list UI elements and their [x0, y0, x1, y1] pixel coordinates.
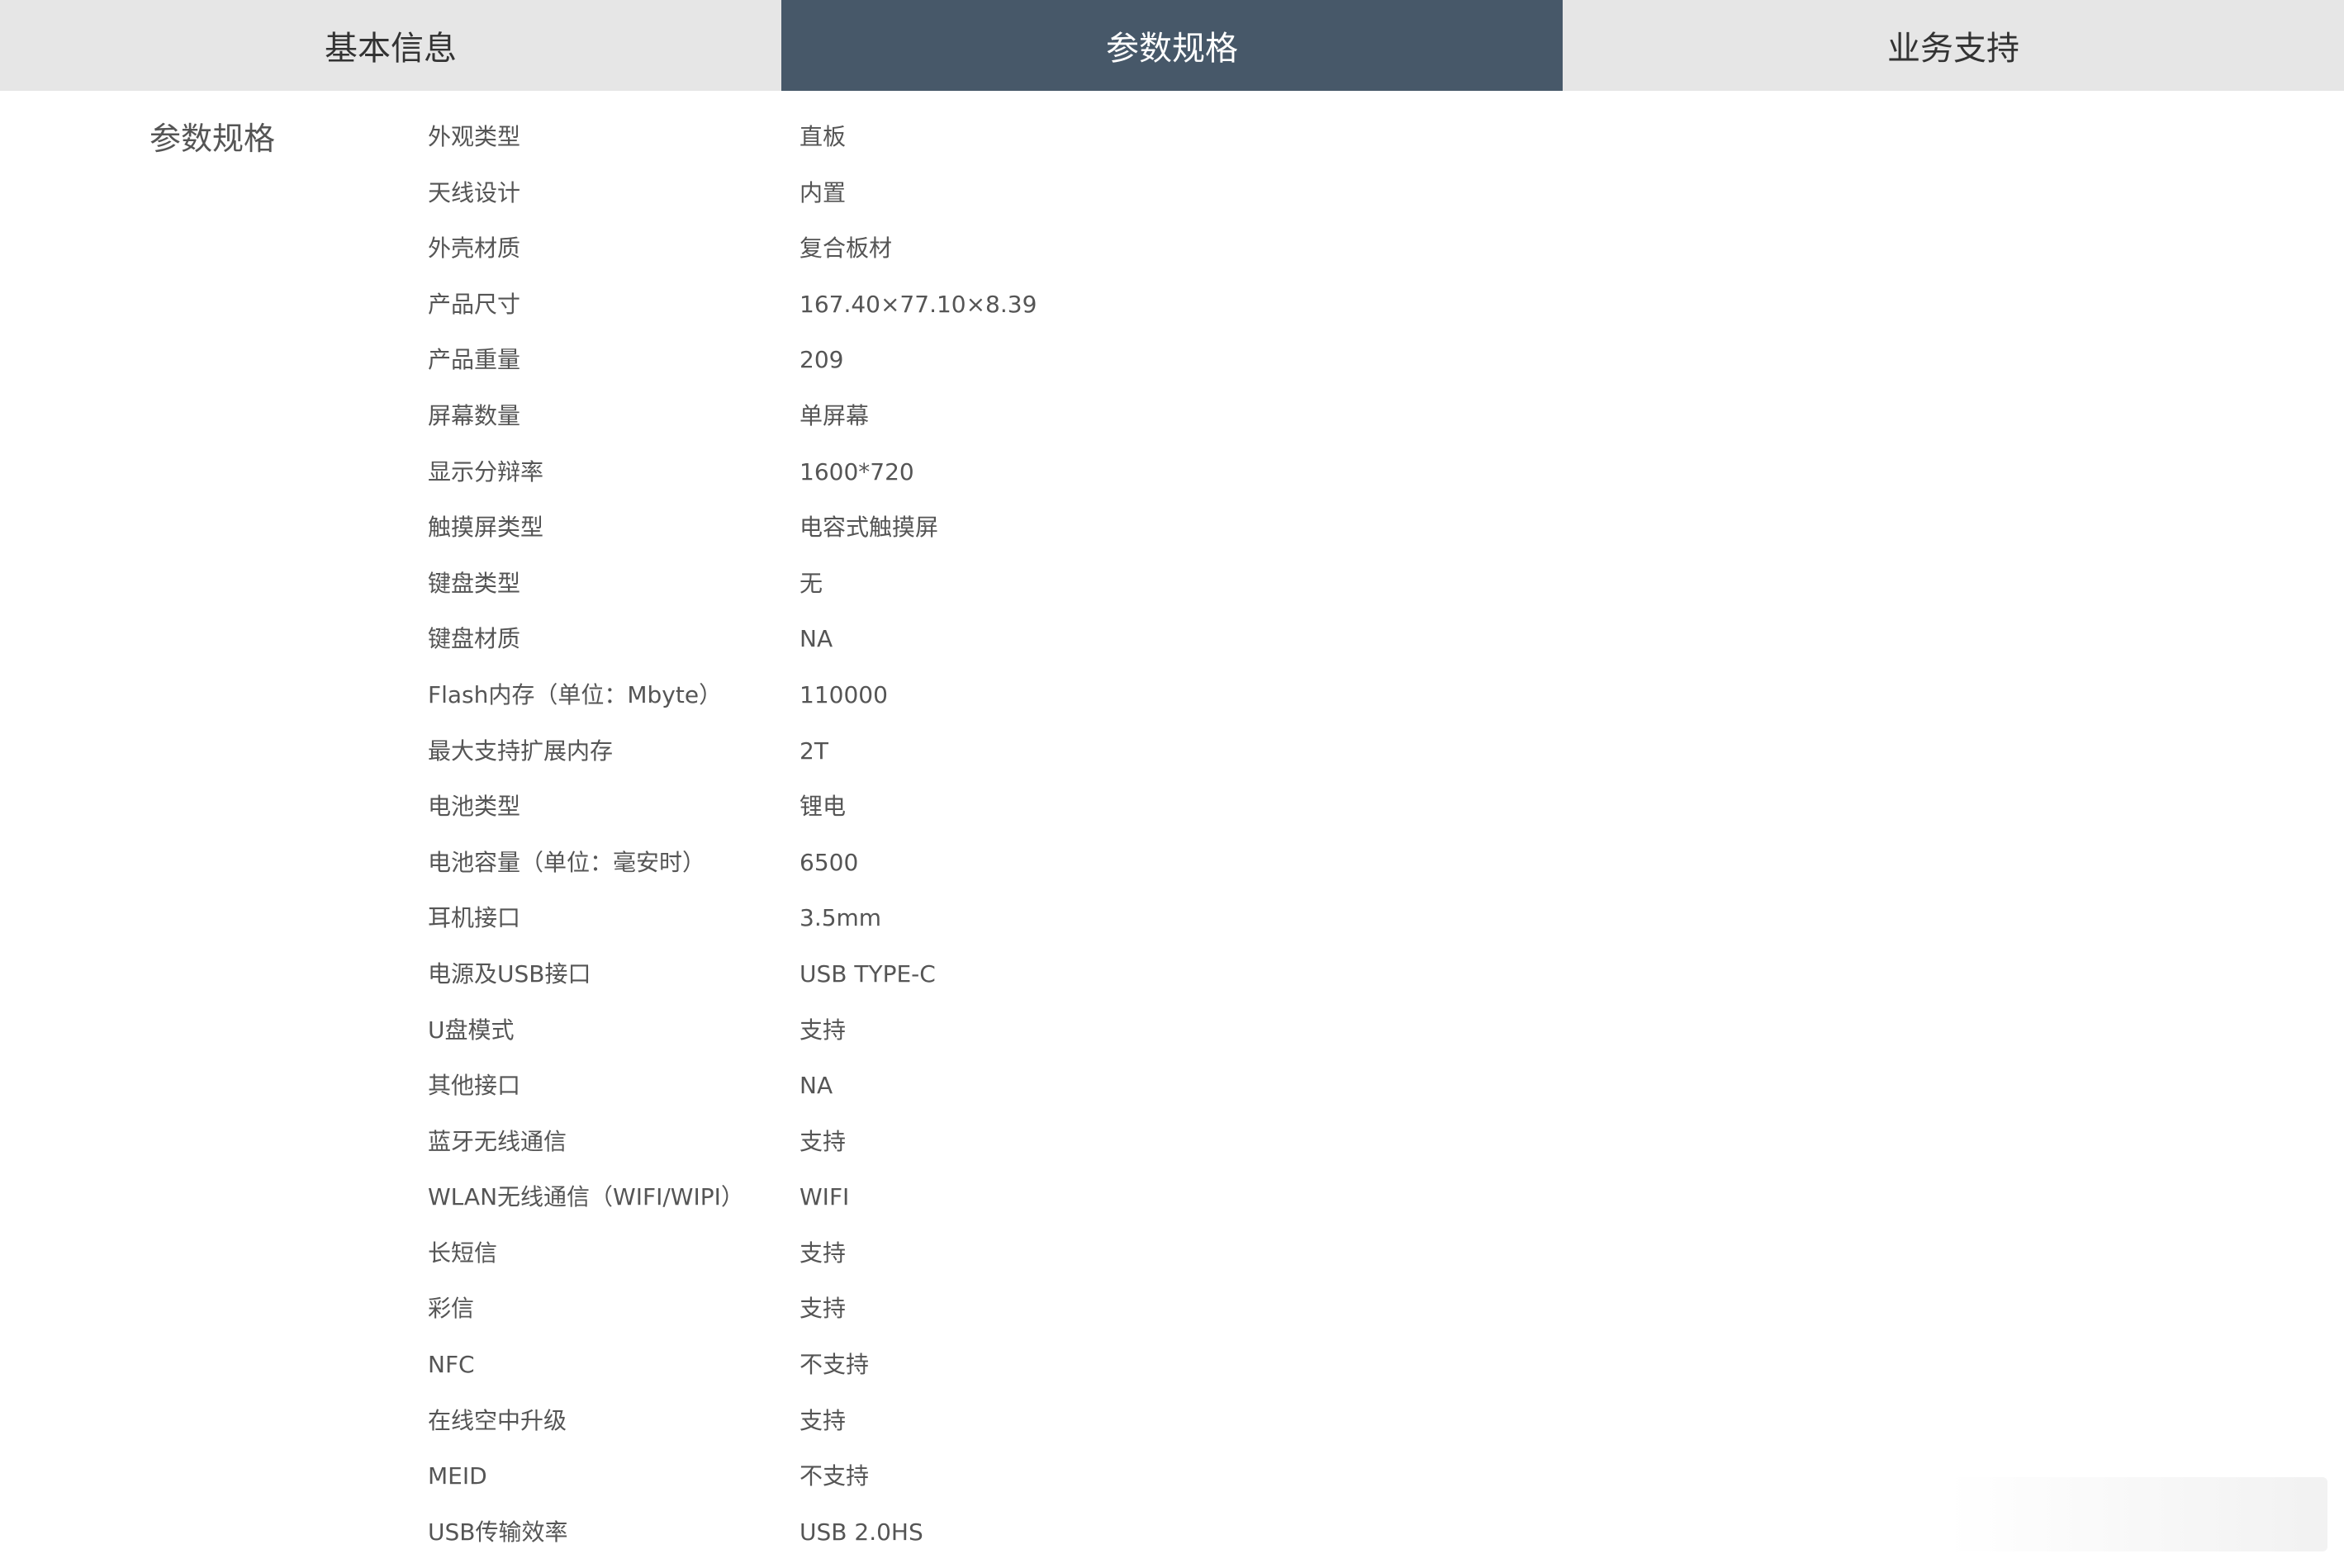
spec-label: USB传输效率 [428, 1518, 568, 1546]
spec-row: 彩信 支持 [428, 1287, 1915, 1343]
spec-row: 电池容量（单位：毫安时） 6500 [428, 841, 1915, 898]
spec-label: 屏幕数量 [428, 401, 521, 429]
spec-label: 电池容量（单位：毫安时） [428, 848, 706, 876]
spec-value: 1600*720 [800, 457, 914, 486]
spec-row: 耳机接口 3.5mm [428, 897, 1915, 953]
spec-row: 电池类型 锂电 [428, 785, 1915, 841]
spec-value: USB TYPE-C [800, 959, 936, 988]
spec-value: NA [800, 1072, 833, 1100]
spec-value: 110000 [800, 680, 888, 708]
scroll-fade-overlay [1948, 1477, 2327, 1551]
spec-row: 外观类型 直板 [428, 116, 1915, 172]
spec-value: 支持 [800, 1295, 847, 1323]
spec-label: 天线设计 [428, 178, 521, 206]
spec-label: 电池类型 [428, 793, 521, 821]
spec-row: USB传输效率 USB 2.0HS [428, 1511, 1915, 1567]
spec-label: MEID [428, 1462, 487, 1490]
spec-label: Flash内存（单位：Mbyte） [428, 680, 723, 708]
spec-value: 复合板材 [800, 234, 893, 263]
spec-value: 167.40×77.10×8.39 [800, 290, 1037, 318]
spec-row: 产品尺寸 167.40×77.10×8.39 [428, 283, 1915, 339]
spec-value: 209 [800, 346, 844, 374]
spec-value: 3.5mm [800, 904, 882, 932]
spec-row: 键盘类型 无 [428, 562, 1915, 618]
spec-value: 内置 [800, 178, 847, 206]
spec-label: 产品重量 [428, 346, 521, 374]
spec-label: 键盘类型 [428, 569, 521, 597]
section-title: 参数规格 [149, 121, 276, 157]
tab-service-support[interactable]: 业务支持 [1563, 0, 2344, 91]
spec-row: MEID 不支持 [428, 1455, 1915, 1511]
spec-label: WLAN无线通信（WIFI/WIPI） [428, 1183, 744, 1211]
spec-value: 2T [800, 737, 828, 765]
tab-label: 业务支持 [1887, 30, 2019, 68]
spec-row: 外壳材质 复合板材 [428, 227, 1915, 283]
spec-table: 外观类型 直板天线设计 内置外壳材质 复合板材产品尺寸 167.40×77.10×8.3… [428, 116, 1915, 1566]
spec-label: 彩信 [428, 1295, 475, 1323]
spec-value: 支持 [800, 1127, 847, 1155]
spec-row: 在线空中升级 支持 [428, 1400, 1915, 1456]
spec-row: 其他接口 NA [428, 1064, 1915, 1120]
spec-label: 其他接口 [428, 1072, 521, 1100]
spec-label: 蓝牙无线通信 [428, 1127, 567, 1155]
spec-row: WLAN无线通信（WIFI/WIPI） WIFI [428, 1176, 1915, 1232]
spec-row: NFC 不支持 [428, 1343, 1915, 1400]
spec-value: 支持 [800, 1406, 847, 1434]
spec-label: 耳机接口 [428, 904, 521, 932]
spec-row: 蓝牙无线通信 支持 [428, 1120, 1915, 1177]
spec-label: 显示分辩率 [428, 457, 544, 486]
spec-row: 最大支持扩展内存 2T [428, 730, 1915, 786]
spec-value: NA [800, 625, 833, 653]
spec-label: 外观类型 [428, 123, 521, 150]
spec-label: 电源及USB接口 [428, 959, 591, 988]
spec-value: WIFI [800, 1183, 850, 1211]
spec-row: 天线设计 内置 [428, 172, 1915, 228]
spec-label: 在线空中升级 [428, 1406, 567, 1434]
spec-label: 产品尺寸 [428, 290, 521, 318]
spec-label: NFC [428, 1351, 475, 1379]
spec-label: 长短信 [428, 1239, 498, 1267]
spec-value: 无 [800, 569, 823, 597]
spec-label: 触摸屏类型 [428, 514, 544, 542]
spec-value: 支持 [800, 1239, 847, 1267]
spec-value: 不支持 [800, 1462, 870, 1490]
spec-label: 键盘材质 [428, 625, 521, 653]
spec-row: U盘模式 支持 [428, 1009, 1915, 1065]
spec-label: 外壳材质 [428, 234, 521, 263]
spec-value: 不支持 [800, 1351, 870, 1379]
spec-value: 直板 [800, 123, 847, 150]
tab-specifications[interactable]: 参数规格 [781, 0, 1563, 91]
spec-row: 屏幕数量 单屏幕 [428, 395, 1915, 451]
spec-row: Flash内存（单位：Mbyte） 110000 [428, 674, 1915, 730]
spec-label: 最大支持扩展内存 [428, 737, 614, 765]
spec-row: 电源及USB接口 USB TYPE-C [428, 953, 1915, 1009]
spec-value: 电容式触摸屏 [800, 514, 939, 542]
tab-bar: 基本信息 参数规格 业务支持 [0, 0, 2344, 91]
spec-row: 显示分辩率 1600*720 [428, 451, 1915, 507]
tab-basic-info[interactable]: 基本信息 [0, 0, 781, 91]
spec-value: 支持 [800, 1016, 847, 1044]
tab-label: 基本信息 [325, 30, 457, 68]
spec-row: 键盘材质 NA [428, 618, 1915, 674]
spec-row: 长短信 支持 [428, 1232, 1915, 1288]
spec-row: 产品重量 209 [428, 339, 1915, 395]
spec-value: 6500 [800, 848, 859, 876]
spec-value: 单屏幕 [800, 401, 870, 429]
spec-row: 触摸屏类型 电容式触摸屏 [428, 506, 1915, 562]
spec-value: 锂电 [800, 793, 847, 821]
spec-value: USB 2.0HS [800, 1518, 923, 1546]
tab-label: 参数规格 [1106, 30, 1238, 68]
spec-label: U盘模式 [428, 1016, 515, 1044]
